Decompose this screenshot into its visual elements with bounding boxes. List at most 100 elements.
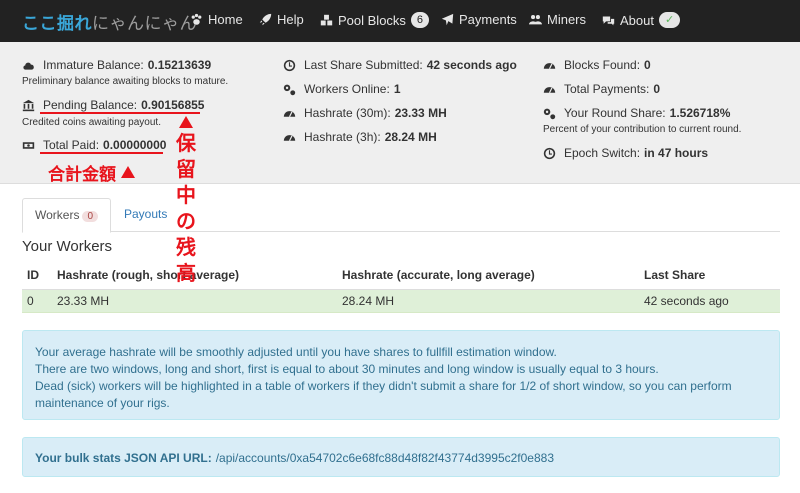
stats-panel: Immature Balance: 0.15213639 Preliminary … — [0, 42, 800, 184]
gears-icon — [283, 84, 296, 95]
nav-help-label: Help — [277, 12, 304, 27]
pending-description: Credited coins awaiting payout. — [22, 117, 161, 128]
col-header-id: ID — [27, 268, 39, 282]
tachometer-icon — [283, 134, 296, 141]
section-title: Your Workers — [22, 238, 113, 255]
annot-char: 保 — [176, 133, 196, 155]
tab-bar: Workers 0 Payouts — [22, 198, 780, 233]
last-share-value: 42 seconds ago — [426, 58, 517, 72]
tab-workers-label: Workers — [35, 208, 80, 222]
epoch-switch: Epoch Switch: in 47 hours — [543, 146, 708, 160]
pending-value: 0.90156855 — [141, 98, 205, 112]
hashrate-3h: Hashrate (3h): 28.24 MH — [283, 130, 437, 144]
paw-icon — [191, 13, 202, 25]
info-line: There are two windows, long and short, f… — [35, 362, 659, 376]
pending-underline — [40, 112, 200, 114]
paid-label: Total Paid: — [43, 138, 100, 152]
nav-miners[interactable]: Miners — [529, 12, 586, 27]
total-amount-text: 合計金額 — [48, 165, 116, 184]
rocket-icon — [259, 13, 272, 26]
pending-label: Pending Balance: — [43, 98, 138, 112]
hashrate-30m: Hashrate (30m): 23.33 MH — [283, 106, 447, 120]
workers-online: Workers Online: 1 — [283, 82, 401, 96]
users-icon — [529, 15, 542, 25]
total-paid: Total Paid: 0.00000000 — [22, 138, 166, 152]
brand-rest: にゃんにゃん — [92, 14, 197, 33]
hr30-value: 23.33 MH — [394, 106, 447, 120]
last-share: Last Share Submitted: 42 seconds ago — [283, 58, 517, 72]
hashrate-info-alert: Your average hashrate will be smoothly a… — [22, 330, 780, 420]
tachometer-icon — [283, 110, 296, 117]
workers-label: Workers Online: — [304, 82, 390, 96]
comments-icon — [602, 15, 615, 25]
tachometer-icon — [543, 86, 556, 93]
nav-home-label: Home — [208, 12, 243, 27]
immature-label: Immature Balance: — [43, 58, 144, 72]
nav-payments[interactable]: Payments — [441, 12, 517, 27]
payments-label: Total Payments: — [564, 82, 650, 96]
arrow-up-icon — [120, 166, 135, 178]
annot-char: の — [176, 211, 196, 233]
info-line: Your average hashrate will be smoothly a… — [35, 345, 557, 359]
round-value: 1.526718% — [669, 106, 731, 120]
hr30-label: Hashrate (30m): — [304, 106, 391, 120]
tachometer-icon — [543, 62, 556, 69]
paid-underline — [40, 152, 163, 154]
payments-value: 0 — [653, 82, 661, 96]
api-label: Your bulk stats JSON API URL: — [35, 451, 212, 465]
about-check-badge: ✓ — [658, 12, 681, 28]
annot-char: 残 — [176, 237, 196, 259]
cloud-icon — [23, 62, 34, 70]
nav-payments-label: Payments — [459, 12, 517, 27]
total-payments: Total Payments: 0 — [543, 82, 660, 96]
pending-balance-annotation: 保 留 中 の 残 高 — [175, 116, 197, 287]
last-share-label: Last Share Submitted: — [304, 58, 423, 72]
workers-count-badge: 0 — [82, 211, 99, 222]
bank-icon — [22, 99, 35, 111]
tab-payouts-label: Payouts — [124, 207, 168, 221]
nav-help[interactable]: Help — [259, 12, 304, 27]
cell-hashrate-long: 28.24 MH — [342, 294, 395, 308]
hr3h-value: 28.24 MH — [384, 130, 437, 144]
cell-last-share: 42 seconds ago — [644, 294, 729, 308]
hr3h-label: Hashrate (3h): — [304, 130, 381, 144]
immature-description: Preliminary balance awaiting blocks to m… — [22, 76, 229, 87]
paid-value: 0.00000000 — [103, 138, 167, 152]
nav-about[interactable]: About ✓ — [602, 12, 681, 28]
cell-id: 0 — [27, 294, 34, 308]
clock-icon — [543, 147, 556, 159]
nav-pool-blocks[interactable]: Pool Blocks 6 — [320, 12, 430, 28]
tab-payouts[interactable]: Payouts — [112, 198, 179, 232]
pending-balance: Pending Balance: 0.90156855 — [22, 98, 204, 112]
nav-miners-label: Miners — [547, 12, 587, 27]
round-description: Percent of your contribution to current … — [543, 124, 742, 135]
col-header-hashrate-long: Hashrate (accurate, long average) — [342, 268, 535, 282]
clock-icon — [283, 59, 296, 71]
tab-workers[interactable]: Workers 0 — [22, 198, 112, 233]
blocks-value: 0 — [644, 58, 651, 72]
epoch-value: in 47 hours — [644, 146, 709, 160]
annot-char: 中 — [176, 185, 196, 207]
gears-icon — [543, 108, 556, 119]
brand-logo[interactable]: ここ掘れにゃんにゃん — [22, 9, 197, 34]
round-share: Your Round Share: 1.526718% — [543, 106, 730, 120]
col-header-last-share: Last Share — [644, 268, 706, 282]
arrow-up-icon — [179, 116, 193, 128]
round-label: Your Round Share: — [564, 106, 666, 120]
annot-char: 留 — [176, 159, 196, 181]
pool-blocks-badge: 6 — [410, 12, 430, 28]
paper-plane-icon — [441, 13, 454, 26]
nav-home[interactable]: Home — [190, 12, 243, 27]
immature-balance: Immature Balance: 0.15213639 — [22, 58, 211, 72]
info-line: Dead (sick) workers will be highlighted … — [35, 379, 732, 410]
epoch-label: Epoch Switch: — [564, 146, 641, 160]
nav-pool-blocks-label: Pool Blocks — [338, 12, 406, 28]
workers-value: 1 — [393, 82, 401, 96]
cubes-icon — [320, 14, 333, 25]
brand-highlight: ここ掘れ — [22, 14, 92, 33]
blocks-found: Blocks Found: 0 — [543, 58, 651, 72]
immature-value: 0.15213639 — [147, 58, 212, 72]
nav-about-label: About — [620, 12, 654, 28]
blocks-label: Blocks Found: — [564, 58, 641, 72]
api-url-link[interactable]: /api/accounts/0xa54702c6e68fc88d48f82f43… — [216, 451, 554, 465]
